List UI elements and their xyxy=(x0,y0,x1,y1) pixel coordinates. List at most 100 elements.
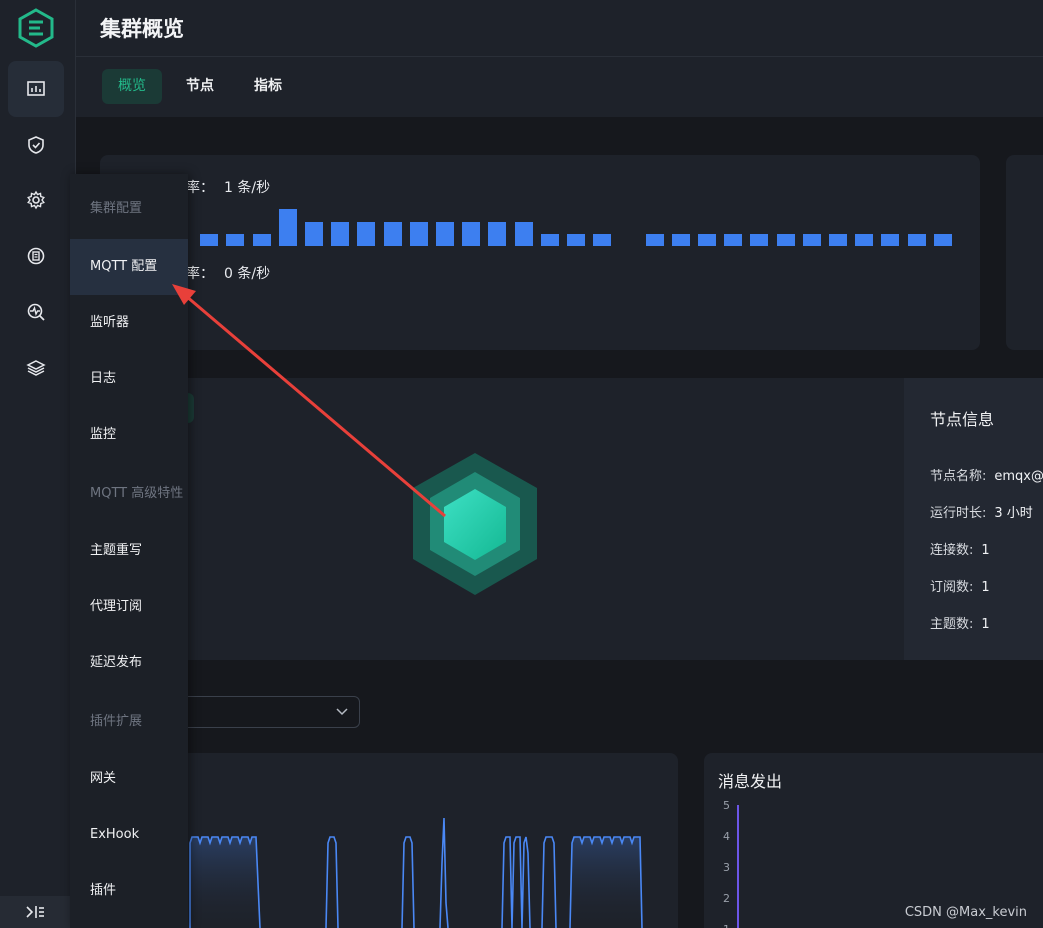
rate-bar xyxy=(933,234,952,246)
incoming-rate: 率： 1 条/秒 xyxy=(186,177,270,197)
outgoing-rate: 率： 0 条/秒 xyxy=(186,263,270,283)
stats-card xyxy=(1006,155,1043,350)
menu-item-monitoring[interactable]: 监控 xyxy=(70,407,188,463)
rail-dashboard[interactable] xyxy=(8,61,64,117)
collapse-menu-button[interactable] xyxy=(0,896,70,928)
y-tick-2: 2 xyxy=(723,892,730,905)
rate-bar xyxy=(567,234,585,246)
dashboard-icon xyxy=(27,81,45,96)
node-hexagon-icon[interactable] xyxy=(410,451,540,597)
outgoing-rate-label: 率： xyxy=(186,266,214,282)
uptime-row: 运行时长: 3 小时 xyxy=(930,502,1033,521)
y-tick-5: 5 xyxy=(723,799,730,812)
rate-bar xyxy=(278,209,297,246)
rate-bar xyxy=(514,222,533,246)
left-rail xyxy=(0,0,76,928)
layers-icon xyxy=(26,360,46,376)
rail-diagnose[interactable] xyxy=(8,284,64,340)
menu-item-topic-rewrite[interactable]: 主题重写 xyxy=(70,523,188,579)
node-name-value: emqx@ xyxy=(994,469,1043,484)
y-tick-4: 4 xyxy=(723,830,730,843)
messages-out-chart-card: 消息发出 5 4 3 2 1 xyxy=(704,753,1043,928)
management-submenu: 集群配置 MQTT 配置 监听器 日志 监控 MQTT 高级特性 主题重写 代理… xyxy=(70,174,188,928)
topics-value: 1 xyxy=(981,617,990,632)
rate-bar xyxy=(383,222,402,246)
rate-bar xyxy=(409,222,428,246)
rate-bar xyxy=(305,222,323,246)
monitor-pulse-icon xyxy=(27,303,45,321)
time-range-select[interactable] xyxy=(176,696,360,728)
connections-label: 连接数: xyxy=(930,543,974,558)
rate-bar xyxy=(724,234,743,246)
emqx-logo-icon[interactable] xyxy=(16,8,56,48)
rate-bar xyxy=(200,234,219,246)
rate-bar xyxy=(855,234,874,246)
y-tick-1: 1 xyxy=(723,923,730,928)
menu-item-auto-subscribe[interactable]: 代理订阅 xyxy=(70,579,188,635)
node-name-label: 节点名称: xyxy=(930,469,987,484)
menu-group-cluster-config: 集群配置 xyxy=(90,201,143,216)
top-header: 集群概览 xyxy=(76,0,1043,57)
rate-bar xyxy=(226,234,245,246)
node-info-title: 节点信息 xyxy=(930,410,995,429)
messages-out-title: 消息发出 xyxy=(718,772,783,791)
menu-item-delayed-publish[interactable]: 延迟发布 xyxy=(70,635,188,691)
rate-bar xyxy=(802,234,821,246)
rail-management[interactable] xyxy=(8,172,64,228)
uptime-value: 3 小时 xyxy=(994,506,1033,521)
rate-bar xyxy=(540,234,559,246)
topics-row: 主题数: 1 xyxy=(930,613,990,632)
rate-bar xyxy=(776,234,795,246)
menu-item-gateway[interactable]: 网关 xyxy=(70,751,188,807)
rate-bar xyxy=(488,222,507,246)
rate-bar xyxy=(645,234,664,246)
messages-out-line xyxy=(737,805,739,928)
rate-bar xyxy=(462,222,481,246)
connections-row: 连接数: 1 xyxy=(930,539,990,558)
subscriptions-value: 1 xyxy=(981,580,990,595)
cluster-topology-card xyxy=(100,378,1043,660)
main-content: 率： 1 条/秒 率： 0 条/秒 节点信息 节点名称: emqx@ 运行时长: 3 小… xyxy=(76,117,1043,928)
outgoing-rate-value: 0 条/秒 xyxy=(224,266,271,282)
watermark: CSDN @Max_kevin xyxy=(904,905,1027,920)
rate-bar xyxy=(698,234,716,246)
subscriptions-row: 订阅数: 1 xyxy=(930,576,990,595)
rate-bar xyxy=(331,222,350,246)
message-rate-card: 率： 1 条/秒 率： 0 条/秒 xyxy=(100,155,980,350)
node-name-row: 节点名称: emqx@ xyxy=(930,465,1043,484)
uptime-label: 运行时长: xyxy=(930,506,987,521)
menu-item-listeners[interactable]: 监听器 xyxy=(70,295,188,351)
rail-integration[interactable] xyxy=(8,228,64,284)
rate-bar xyxy=(750,234,769,246)
rate-bar xyxy=(881,234,900,246)
node-info-panel: 节点信息 节点名称: emqx@ 运行时长: 3 小时 连接数: 1 订阅数: 1 主题… xyxy=(904,378,1043,660)
menu-item-mqtt-config[interactable]: MQTT 配置 xyxy=(70,239,188,295)
rate-bar xyxy=(671,234,690,246)
menu-item-exhook[interactable]: ExHook xyxy=(70,807,188,863)
incoming-rate-value: 1 条/秒 xyxy=(224,180,271,196)
connections-value: 1 xyxy=(981,543,990,558)
menu-group-extensions: 插件扩展 xyxy=(90,714,143,729)
page-title: 集群概览 xyxy=(100,17,184,41)
tab-metrics[interactable]: 指标 xyxy=(238,69,298,104)
incoming-rate-label: 率： xyxy=(186,180,214,196)
rate-bar xyxy=(436,222,454,246)
tab-overview[interactable]: 概览 xyxy=(102,69,162,104)
tab-bar: 概览 节点 指标 xyxy=(76,57,1043,117)
rate-bar xyxy=(252,234,271,246)
menu-item-logs[interactable]: 日志 xyxy=(70,351,188,407)
rail-extensions[interactable] xyxy=(8,340,64,396)
chevron-down-icon xyxy=(336,708,348,716)
subscriptions-label: 订阅数: xyxy=(930,580,974,595)
rate-bar xyxy=(593,234,612,246)
topics-label: 主题数: xyxy=(930,617,974,632)
menu-item-plugins[interactable]: 插件 xyxy=(70,863,188,919)
rate-bar xyxy=(829,234,847,246)
tab-nodes[interactable]: 节点 xyxy=(170,69,230,104)
menu-group-mqtt-advanced: MQTT 高级特性 xyxy=(90,486,184,501)
gear-icon xyxy=(27,190,45,210)
collapse-menu-icon xyxy=(26,906,44,918)
rail-access-control[interactable] xyxy=(8,117,64,173)
y-tick-3: 3 xyxy=(723,861,730,874)
rate-bar xyxy=(357,222,376,246)
